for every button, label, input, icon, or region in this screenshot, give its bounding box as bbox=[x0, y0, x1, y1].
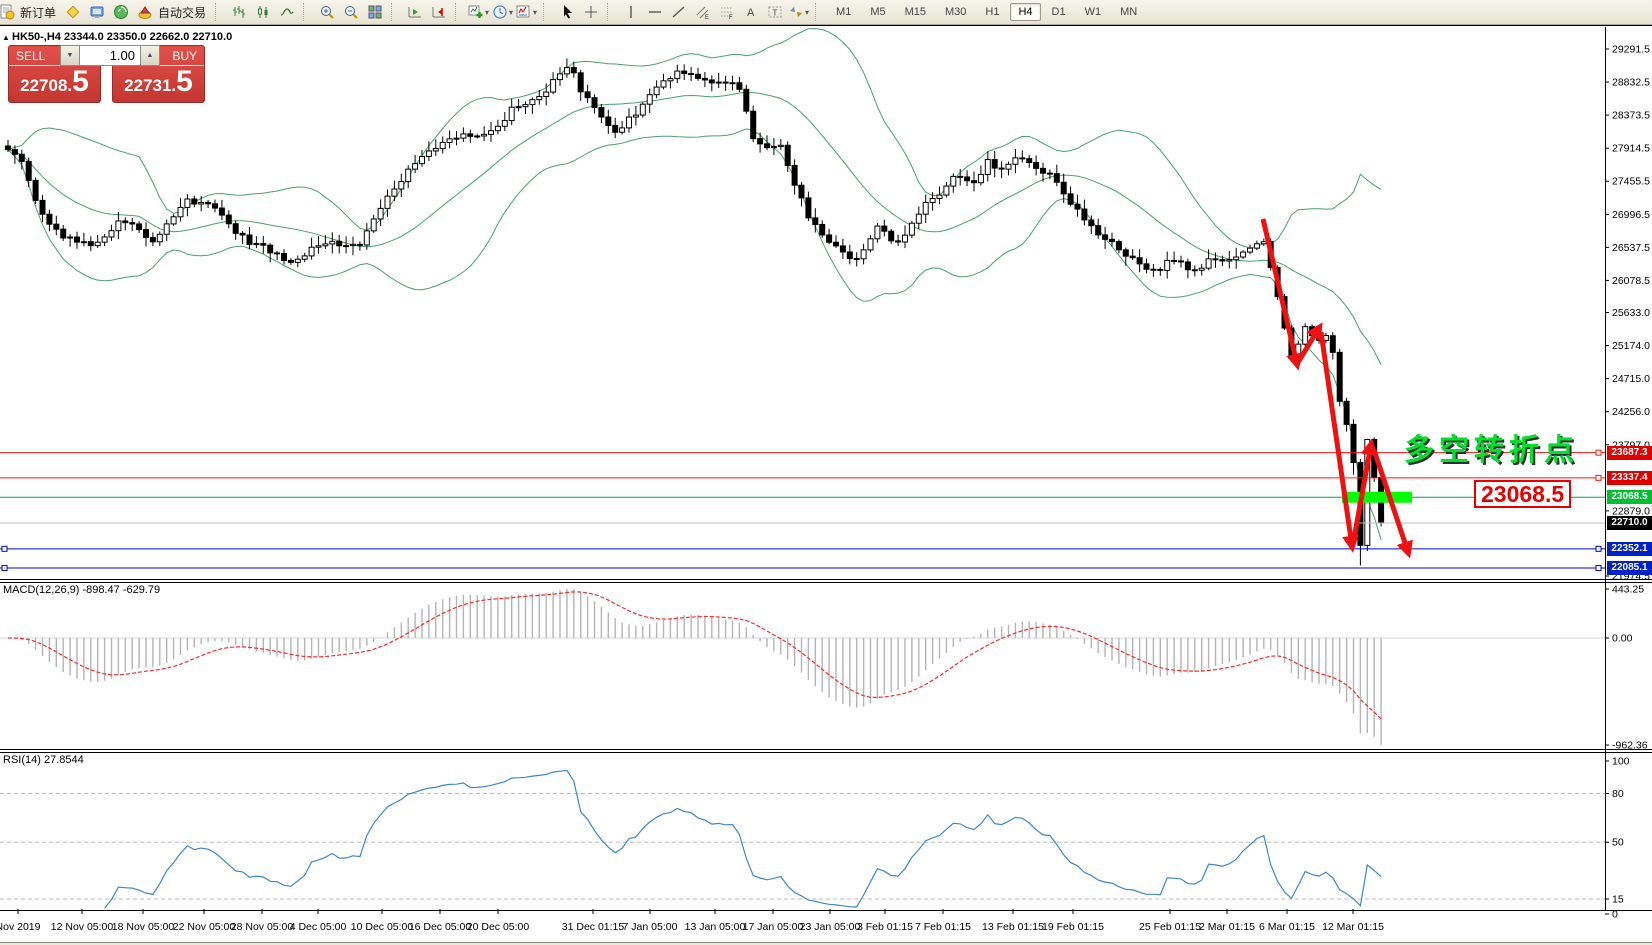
price-level-label: 23687.3 bbox=[1607, 446, 1652, 460]
date-tick-label: 12 Mar 01:15 bbox=[1322, 921, 1384, 933]
price-tick-label: 25633.0 bbox=[1612, 307, 1650, 319]
sell-price-pip: 5 bbox=[72, 69, 89, 95]
price-tick-label: 27914.5 bbox=[1612, 143, 1650, 155]
date-tick-label: 4 Dec 05:00 bbox=[290, 921, 347, 933]
rsi-tick-label: 0 bbox=[1612, 909, 1618, 921]
green-highlight-zone[interactable] bbox=[1342, 492, 1412, 503]
rsi-indicator-label: RSI(14) 27.8544 bbox=[3, 754, 84, 766]
macd-histogram bbox=[8, 589, 1381, 745]
line-endpoint-marker[interactable] bbox=[1596, 546, 1601, 551]
volume-stepper: ▼ 1.00 ▲ bbox=[60, 45, 160, 66]
symbol-name: HK50-,H4 bbox=[12, 31, 61, 43]
price-tag-textbox[interactable]: 23068.5 bbox=[1474, 480, 1571, 508]
buy-price-pip: 5 bbox=[176, 69, 193, 95]
rsi-tick-label: 100 bbox=[1612, 756, 1630, 768]
price-level-label: 22352.1 bbox=[1607, 542, 1652, 556]
bollinger-upper-band bbox=[8, 29, 1381, 248]
date-tick-label: 19 Feb 01:15 bbox=[1042, 921, 1104, 933]
macd-tick-label: 443.25 bbox=[1612, 584, 1644, 596]
macd-tick-label: 0.00 bbox=[1612, 633, 1633, 645]
date-tick-label: 12 Nov 05:00 bbox=[51, 921, 114, 933]
volume-increase-button[interactable]: ▲ bbox=[140, 45, 160, 66]
macd-tick-label: -962.36 bbox=[1612, 740, 1648, 752]
price-tick-label: 29291.5 bbox=[1612, 44, 1650, 56]
symbol-ohlc: 23344.0 23350.0 22662.0 22710.0 bbox=[64, 31, 232, 43]
date-tick-label: 17 Jan 05:00 bbox=[743, 921, 804, 933]
volume-decrease-button[interactable]: ▼ bbox=[60, 45, 80, 66]
macd-indicator-label: MACD(12,26,9) -898.47 -629.79 bbox=[3, 584, 160, 596]
date-tick-label: 13 Jan 05:00 bbox=[685, 921, 746, 933]
date-tick-label: 7 Jan 05:00 bbox=[623, 921, 678, 933]
macd-signal-line bbox=[8, 592, 1381, 719]
time-axis[interactable]: Nov 2019 12 Nov 05:0018 Nov 05:0022 Nov 0… bbox=[0, 909, 1384, 933]
price-tick-label: 25174.0 bbox=[1612, 340, 1650, 352]
main-price-pane bbox=[6, 29, 1384, 566]
chart-window[interactable]: 29291.5 28832.5 28373.5 27914.5 27455.5 26996… bbox=[0, 25, 1652, 943]
one-click-collapse-icon[interactable]: ▲ bbox=[2, 33, 10, 42]
volume-input[interactable]: 1.00 bbox=[80, 45, 140, 66]
rsi-line bbox=[105, 770, 1382, 908]
price-tick-label: 26078.5 bbox=[1612, 275, 1650, 287]
date-tick-label: 23 Jan 05:00 bbox=[800, 921, 861, 933]
sell-price: 22708 bbox=[20, 76, 67, 96]
line-endpoint-marker[interactable] bbox=[2, 566, 7, 571]
line-endpoint-marker[interactable] bbox=[1596, 475, 1601, 480]
date-tick-label: 25 Feb 01:15 bbox=[1139, 921, 1201, 933]
line-endpoint-marker[interactable] bbox=[1596, 566, 1601, 571]
date-tick-label: 6 Mar 01:15 bbox=[1259, 921, 1315, 933]
rsi-pane bbox=[0, 770, 1605, 908]
bollinger-middle-band bbox=[8, 92, 1381, 364]
rsi-tick-label: 15 bbox=[1612, 894, 1624, 906]
one-click-trading-panel: SELL 22708.5 BUY 22731.5 ▼ 1.00 ▲ bbox=[8, 45, 205, 103]
date-tick-label: 7 Feb 01:15 bbox=[915, 921, 971, 933]
macd-pane bbox=[0, 589, 1605, 745]
rsi-tick-label: 80 bbox=[1612, 788, 1624, 800]
rsi-tick-label: 50 bbox=[1612, 837, 1624, 849]
date-tick-label: 28 Nov 05:00 bbox=[231, 921, 294, 933]
price-tick-label: 26537.5 bbox=[1612, 242, 1650, 254]
symbol-title: HK50-,H4 23344.0 23350.0 22662.0 22710.0 bbox=[12, 31, 232, 43]
price-tick-label: 26996.5 bbox=[1612, 209, 1650, 221]
price-tick-label: 28832.5 bbox=[1612, 77, 1650, 89]
price-level-label: 23068.5 bbox=[1607, 490, 1652, 504]
date-tick-label: 10 Dec 05:00 bbox=[351, 921, 414, 933]
mt-terminal-window: 新订单自动交易▾▾▾EFAT▾M1M5M15M30H1H4D1W1MN 2929… bbox=[0, 0, 1652, 945]
price-level-label: 22710.0 bbox=[1607, 516, 1652, 530]
price-level-label: 22085.1 bbox=[1607, 561, 1652, 575]
date-tick-label: 22 Nov 05:00 bbox=[173, 921, 236, 933]
buy-price: 22731 bbox=[124, 76, 171, 96]
date-tick-label: 2 Mar 01:15 bbox=[1199, 921, 1255, 933]
date-tick-label: Nov 2019 bbox=[0, 921, 41, 933]
date-tick-label: 31 Dec 01:15 bbox=[562, 921, 625, 933]
chart-canvas[interactable]: 29291.5 28832.5 28373.5 27914.5 27455.5 26996… bbox=[0, 1, 1652, 945]
date-tick-label: 16 Dec 05:00 bbox=[409, 921, 472, 933]
price-tick-label: 24256.0 bbox=[1612, 406, 1650, 418]
price-tick-label: 28373.5 bbox=[1612, 110, 1650, 122]
date-tick-label: 20 Dec 05:00 bbox=[467, 921, 530, 933]
price-tick-label: 27455.5 bbox=[1612, 176, 1650, 188]
price-level-label: 23337.4 bbox=[1607, 471, 1652, 485]
price-tick-label: 24715.0 bbox=[1612, 373, 1650, 385]
line-endpoint-marker[interactable] bbox=[2, 546, 7, 551]
line-endpoint-marker[interactable] bbox=[1596, 450, 1601, 455]
candlestick-series bbox=[6, 58, 1384, 565]
date-tick-label: 18 Nov 05:00 bbox=[112, 921, 175, 933]
chart-annotation-text[interactable]: 多空转折点 bbox=[1404, 425, 1579, 469]
date-tick-label: 13 Feb 01:15 bbox=[982, 921, 1044, 933]
date-tick-label: 3 Feb 01:15 bbox=[857, 921, 913, 933]
